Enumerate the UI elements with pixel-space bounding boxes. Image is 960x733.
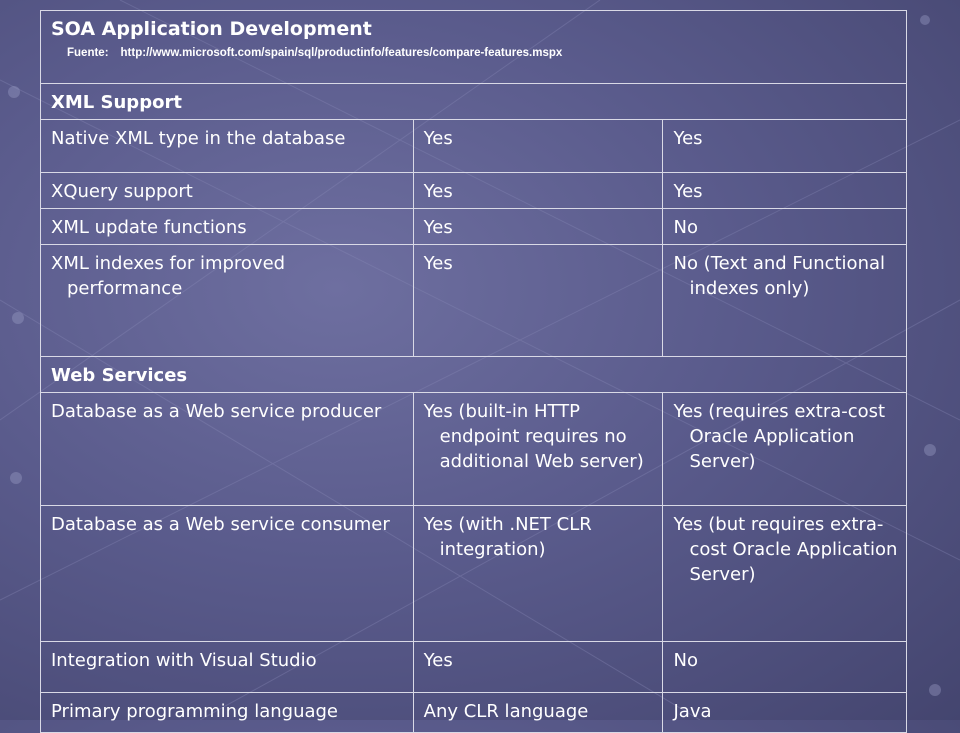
value-cell: Any CLR language xyxy=(412,692,664,733)
value-cell: Yes xyxy=(412,244,664,357)
table-row: Integration with Visual Studio Yes No xyxy=(40,641,907,693)
source-line: Fuente: http://www.microsoft.com/spain/sq… xyxy=(51,45,898,61)
value-cell: Yes (requires extra-cost Oracle Applicat… xyxy=(662,392,907,506)
table-row: Native XML type in the database Yes Yes xyxy=(40,119,907,173)
feature-cell: Primary programming language xyxy=(40,692,414,733)
value-cell: Yes xyxy=(412,119,664,173)
feature-cell: Database as a Web service consumer xyxy=(40,505,414,642)
value-cell: No (Text and Functional indexes only) xyxy=(662,244,907,357)
section-header-row: Web Services xyxy=(40,356,907,393)
feature-cell: Database as a Web service producer xyxy=(40,392,414,506)
feature-cell: XML update functions xyxy=(40,208,414,245)
table-row: Database as a Web service producer Yes (… xyxy=(40,392,907,506)
title-row: SOA Application Development Fuente: http:… xyxy=(40,10,907,84)
title-cell: SOA Application Development Fuente: http:… xyxy=(40,10,907,84)
value-cell: Yes xyxy=(412,208,664,245)
value-cell: No xyxy=(662,208,907,245)
table-title: SOA Application Development xyxy=(51,18,372,40)
value-cell: Java xyxy=(662,692,907,733)
table-row: XQuery support Yes Yes xyxy=(40,172,907,209)
table-row: XML indexes for improved performance Yes… xyxy=(40,244,907,357)
feature-cell: XQuery support xyxy=(40,172,414,209)
value-cell: Yes xyxy=(662,172,907,209)
section-heading: XML Support xyxy=(40,83,907,120)
feature-cell: Integration with Visual Studio xyxy=(40,641,414,693)
feature-cell: Native XML type in the database xyxy=(40,119,414,173)
value-cell: Yes xyxy=(662,119,907,173)
source-url[interactable]: http://www.microsoft.com/spain/sql/produ… xyxy=(121,47,563,59)
feature-cell: XML indexes for improved performance xyxy=(40,244,414,357)
table-row: Database as a Web service consumer Yes (… xyxy=(40,505,907,642)
value-cell: Yes (with .NET CLR integration) xyxy=(412,505,664,642)
section-header-row: XML Support xyxy=(40,83,907,120)
value-cell: No xyxy=(662,641,907,693)
table-row: XML update functions Yes No xyxy=(40,208,907,245)
section-heading: Web Services xyxy=(40,356,907,393)
value-cell: Yes xyxy=(412,641,664,693)
value-cell: Yes (built-in HTTP endpoint requires no … xyxy=(412,392,664,506)
table-row: Primary programming language Any CLR lan… xyxy=(40,692,907,733)
value-cell: Yes (but requires extra-cost Oracle Appl… xyxy=(662,505,907,642)
source-label: Fuente: xyxy=(67,47,109,59)
value-cell: Yes xyxy=(412,172,664,209)
comparison-table: SOA Application Development Fuente: http:… xyxy=(40,10,907,733)
